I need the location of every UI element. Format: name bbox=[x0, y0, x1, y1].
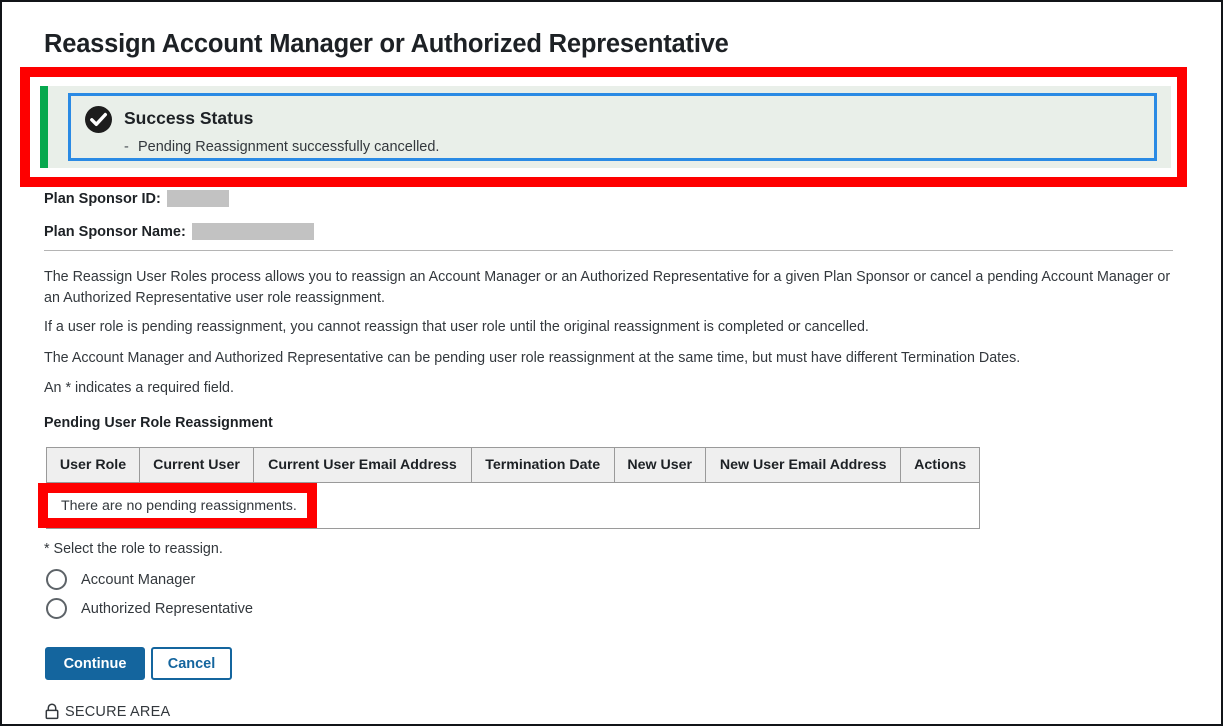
table-empty-message: There are no pending reassignments. bbox=[47, 483, 980, 529]
cancel-button[interactable]: Cancel bbox=[151, 647, 232, 680]
page-title: Reassign Account Manager or Authorized R… bbox=[44, 30, 729, 59]
description-paragraph-1: The Reassign User Roles process allows y… bbox=[44, 267, 1174, 309]
plan-sponsor-id-label: Plan Sponsor ID: bbox=[44, 191, 161, 207]
radio-option-account-manager[interactable]: Account Manager bbox=[46, 569, 195, 590]
column-header-new-user-email: New User Email Address bbox=[705, 448, 900, 483]
plan-sponsor-id-row: Plan Sponsor ID: bbox=[44, 190, 229, 208]
plan-sponsor-id-value bbox=[167, 190, 229, 207]
description-paragraph-3: The Account Manager and Authorized Repre… bbox=[44, 348, 1174, 369]
radio-circle-account-manager[interactable] bbox=[46, 569, 67, 590]
role-selection-instruction: * Select the role to reassign. bbox=[44, 541, 223, 557]
table-caption: Pending User Role Reassignment bbox=[44, 415, 273, 431]
column-header-user-role: User Role bbox=[47, 448, 140, 483]
page-inner: Reassign Account Manager or Authorized R… bbox=[2, 2, 1221, 724]
secure-area-indicator: SECURE AREA bbox=[44, 703, 170, 720]
continue-button[interactable]: Continue bbox=[45, 647, 145, 680]
plan-sponsor-name-value bbox=[192, 223, 314, 240]
description-paragraph-4: An * indicates a required field. bbox=[44, 378, 1174, 399]
column-header-current-user-email: Current User Email Address bbox=[253, 448, 471, 483]
status-heading: Success Status bbox=[124, 108, 253, 129]
check-circle-icon bbox=[84, 105, 113, 134]
success-status-panel: Success Status - Pending Reassignment su… bbox=[40, 86, 1171, 168]
lock-icon bbox=[44, 703, 60, 720]
radio-option-authorized-representative[interactable]: Authorized Representative bbox=[46, 598, 253, 619]
column-header-current-user: Current User bbox=[140, 448, 254, 483]
secure-area-label: SECURE AREA bbox=[65, 704, 170, 720]
column-header-new-user: New User bbox=[614, 448, 705, 483]
status-accent-bar bbox=[40, 86, 48, 168]
column-header-actions: Actions bbox=[901, 448, 980, 483]
section-divider bbox=[44, 250, 1173, 251]
status-message: Pending Reassignment successfully cancel… bbox=[138, 139, 439, 155]
table-row: There are no pending reassignments. bbox=[47, 483, 980, 529]
status-message-dash: - bbox=[124, 139, 129, 155]
page-container: Reassign Account Manager or Authorized R… bbox=[0, 0, 1223, 726]
column-header-termination-date: Termination Date bbox=[471, 448, 614, 483]
plan-sponsor-name-label: Plan Sponsor Name: bbox=[44, 224, 186, 240]
plan-sponsor-name-row: Plan Sponsor Name: bbox=[44, 223, 314, 241]
table-header-row: User Role Current User Current User Emai… bbox=[47, 448, 980, 483]
radio-circle-authorized-representative[interactable] bbox=[46, 598, 67, 619]
status-inner-box: Success Status - Pending Reassignment su… bbox=[68, 93, 1157, 161]
radio-label-authorized-representative: Authorized Representative bbox=[81, 601, 253, 617]
description-paragraph-2: If a user role is pending reassignment, … bbox=[44, 317, 1174, 338]
radio-label-account-manager: Account Manager bbox=[81, 572, 195, 588]
pending-reassignment-table: User Role Current User Current User Emai… bbox=[46, 447, 980, 529]
